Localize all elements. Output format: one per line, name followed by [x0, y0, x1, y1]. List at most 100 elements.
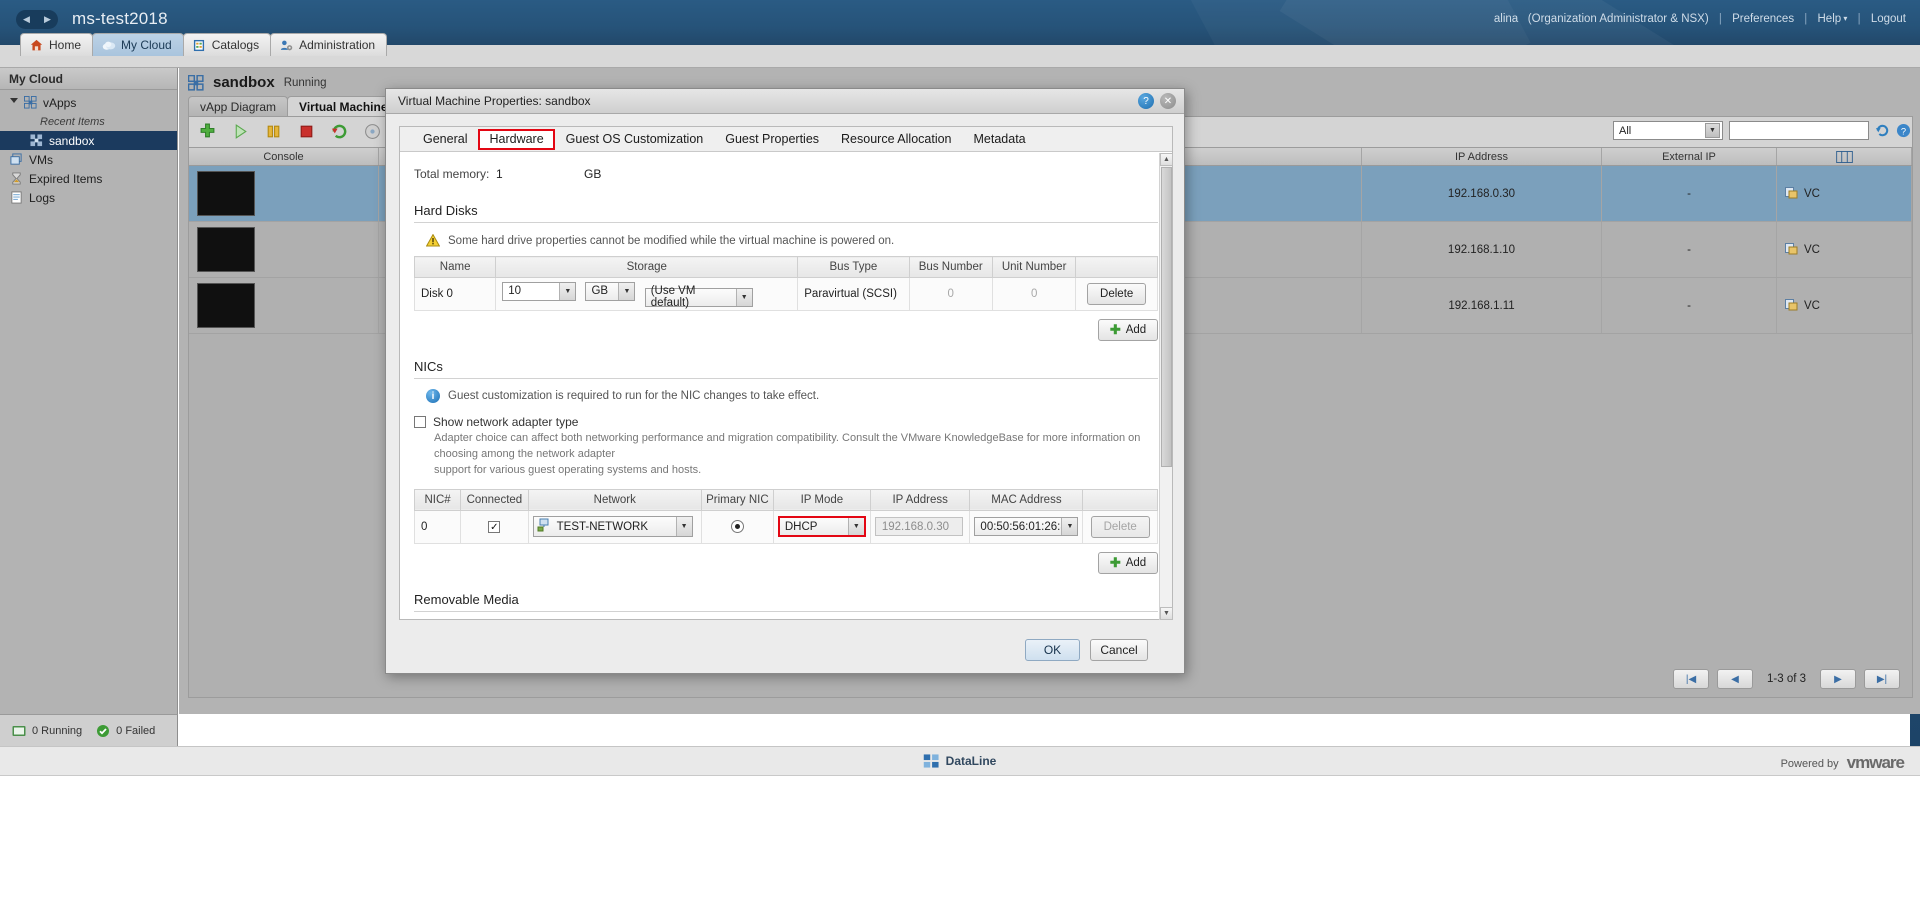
- row-external-ip: -: [1602, 278, 1777, 333]
- close-icon[interactable]: ✕: [1160, 93, 1176, 109]
- delete-disk-button[interactable]: Delete: [1087, 283, 1146, 305]
- storage-policy-select[interactable]: (Use VM default) ▼: [645, 288, 753, 307]
- nic-ip-mode-select[interactable]: DHCP ▼: [778, 516, 866, 537]
- chevron-down-icon[interactable]: ▼: [1061, 518, 1077, 535]
- cancel-button[interactable]: Cancel: [1090, 639, 1148, 661]
- user-role: (Organization Administrator & NSX): [1528, 13, 1709, 25]
- nic-col-ip-address: IP Address: [870, 489, 970, 510]
- dialog-titlebar[interactable]: Virtual Machine Properties: sandbox ? ✕: [386, 89, 1184, 114]
- preferences-link[interactable]: Preferences: [1732, 13, 1794, 25]
- row-vc-label: VC: [1804, 244, 1820, 256]
- prev-page-button[interactable]: ◀: [1717, 669, 1753, 689]
- vm-console-thumbnail[interactable]: [197, 283, 255, 328]
- chevron-down-icon[interactable]: ▼: [618, 283, 634, 300]
- chevron-down-icon[interactable]: ▼: [559, 283, 575, 300]
- add-vm-icon[interactable]: [199, 123, 218, 142]
- chevron-down-icon[interactable]: [10, 98, 18, 107]
- sidebar-item-expired-items-label: Expired Items: [29, 172, 102, 186]
- nav-back-icon[interactable]: ◀: [23, 15, 30, 24]
- help-circle-icon[interactable]: ?: [1896, 123, 1911, 138]
- disk-unit-select[interactable]: GB ▼: [585, 282, 635, 301]
- reset-vm-icon[interactable]: [331, 123, 350, 142]
- nic-primary-radio[interactable]: [731, 520, 744, 533]
- dialog-tab-resource-allocation[interactable]: Resource Allocation: [830, 127, 962, 151]
- tab-catalogs[interactable]: Catalogs: [183, 33, 271, 56]
- chevron-down-icon[interactable]: ▼: [1705, 123, 1720, 138]
- scroll-down-icon[interactable]: ▼: [1160, 607, 1173, 620]
- tab-vapp-diagram[interactable]: vApp Diagram: [188, 96, 288, 116]
- ok-button[interactable]: OK: [1025, 639, 1080, 661]
- media-icon[interactable]: [364, 123, 383, 142]
- add-disk-button[interactable]: ✚ Add: [1098, 319, 1158, 341]
- grid-col-external-ip[interactable]: External IP: [1602, 148, 1777, 165]
- search-input[interactable]: [1729, 121, 1869, 140]
- vm-console-thumbnail[interactable]: [197, 227, 255, 272]
- nic-connected-checkbox[interactable]: ✓: [488, 521, 500, 533]
- dialog-tab-guest-properties[interactable]: Guest Properties: [714, 127, 830, 151]
- sidebar-item-sandbox[interactable]: sandbox: [0, 131, 177, 150]
- stop-vm-icon[interactable]: [298, 123, 317, 142]
- scroll-up-icon[interactable]: ▲: [1160, 153, 1173, 166]
- next-page-button[interactable]: ▶: [1820, 669, 1856, 689]
- nic-mac-address-cell: 00:50:56:01:26:30 ▼: [970, 510, 1083, 543]
- separator-2: |: [1797, 13, 1814, 25]
- scrollbar-thumb[interactable]: [1161, 167, 1172, 467]
- help-icon[interactable]: ?: [1138, 93, 1154, 109]
- pagination: |◀ ◀ 1-3 of 3 ▶ ▶|: [1673, 669, 1900, 689]
- sidebar-item-logs[interactable]: Logs: [0, 188, 177, 207]
- plus-icon: ✚: [1110, 322, 1121, 338]
- removable-media-title: Removable Media: [414, 592, 1158, 611]
- adapter-help-line2: support for various guest operating syst…: [434, 463, 1158, 479]
- refresh-icon[interactable]: [1875, 123, 1890, 138]
- suspend-vm-icon[interactable]: [265, 123, 284, 142]
- sidebar-item-expired-items[interactable]: Expired Items: [0, 169, 177, 188]
- hd-col-bus-number: Bus Number: [909, 257, 992, 278]
- nav-forward-icon[interactable]: ▶: [44, 15, 51, 24]
- nic-ip-mode-value: DHCP: [785, 521, 818, 533]
- logout-link[interactable]: Logout: [1871, 13, 1906, 25]
- dialog-footer: OK Cancel: [386, 627, 1184, 673]
- dialog-tab-metadata[interactable]: Metadata: [963, 127, 1037, 151]
- row-console-cell[interactable]: [189, 222, 379, 277]
- chevron-down-icon[interactable]: ▼: [736, 289, 752, 306]
- help-chevron-down-icon[interactable]: ▾: [1841, 14, 1847, 23]
- tab-home[interactable]: Home: [20, 33, 93, 56]
- vm-console-thumbnail[interactable]: [197, 171, 255, 216]
- sidebar-item-vms[interactable]: VMs: [0, 150, 177, 169]
- show-adapter-type-checkbox[interactable]: [414, 416, 426, 428]
- grid-col-options[interactable]: [1777, 148, 1912, 165]
- dialog-title: Virtual Machine Properties: sandbox: [398, 94, 591, 108]
- start-vm-icon[interactable]: [232, 123, 251, 142]
- nic-ip-mode-cell: DHCP ▼: [773, 510, 870, 543]
- last-page-button[interactable]: ▶|: [1864, 669, 1900, 689]
- tab-administration[interactable]: Administration: [270, 33, 387, 56]
- nic-ip-address-field: 192.168.0.30: [875, 517, 963, 536]
- sidebar: My Cloud vApps Recent Items sandbox VMs: [0, 68, 178, 714]
- nics-section: NICs i Guest customization is required t…: [400, 341, 1172, 574]
- show-adapter-type-row[interactable]: Show network adapter type: [414, 403, 1158, 429]
- history-nav-buttons[interactable]: ◀ ▶: [16, 10, 58, 29]
- nic-mac-address-select[interactable]: 00:50:56:01:26:30 ▼: [974, 517, 1078, 536]
- grid-col-console[interactable]: Console: [189, 148, 379, 165]
- chevron-down-icon[interactable]: ▼: [848, 518, 864, 535]
- tab-catalogs-label: Catalogs: [212, 38, 259, 52]
- help-link[interactable]: Help: [1818, 13, 1842, 25]
- filter-select[interactable]: All ▼: [1613, 121, 1723, 140]
- hard-disks-header-row: Name Storage Bus Type Bus Number Unit Nu…: [415, 257, 1158, 278]
- hard-disks-table: Name Storage Bus Type Bus Number Unit Nu…: [414, 256, 1158, 311]
- first-page-button[interactable]: |◀: [1673, 669, 1709, 689]
- dialog-tab-hardware[interactable]: Hardware: [478, 129, 554, 150]
- disk-size-input[interactable]: 10 ▼: [502, 282, 576, 301]
- nic-network-select[interactable]: TEST-NETWORK ▼: [533, 516, 693, 537]
- tab-my-cloud[interactable]: My Cloud: [92, 33, 184, 56]
- chevron-down-icon[interactable]: ▼: [676, 517, 692, 536]
- add-nic-button[interactable]: ✚ Add: [1098, 552, 1158, 574]
- dialog-scrollbar[interactable]: ▲ ▼: [1159, 153, 1172, 620]
- row-console-cell[interactable]: [189, 278, 379, 333]
- row-console-cell[interactable]: [189, 166, 379, 221]
- grid-col-ip-address[interactable]: IP Address: [1362, 148, 1602, 165]
- removable-media-section: Removable Media CD/DVD Drive: Empty Flop…: [400, 574, 1172, 620]
- sidebar-item-vapps[interactable]: vApps: [0, 93, 177, 112]
- dialog-tab-guest-os-customization[interactable]: Guest OS Customization: [555, 127, 715, 151]
- dialog-tab-general[interactable]: General: [412, 127, 478, 151]
